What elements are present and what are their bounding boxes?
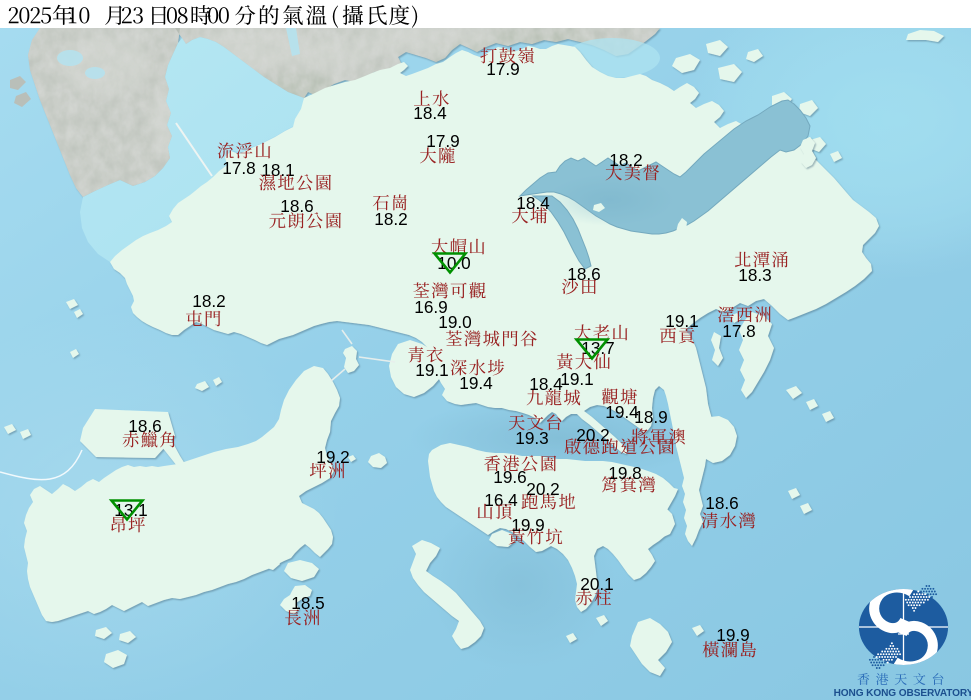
svg-text:18.3: 18.3 bbox=[738, 265, 771, 285]
svg-text:18.4: 18.4 bbox=[529, 374, 563, 394]
svg-text:16.4: 16.4 bbox=[484, 490, 518, 510]
svg-text:18.1: 18.1 bbox=[261, 160, 294, 180]
svg-text:17.9: 17.9 bbox=[426, 131, 459, 151]
svg-text:19.1: 19.1 bbox=[665, 311, 698, 331]
svg-text:19.3: 19.3 bbox=[515, 428, 548, 448]
svg-text:18.4: 18.4 bbox=[516, 193, 550, 213]
svg-text:20.2: 20.2 bbox=[526, 479, 559, 499]
svg-text:19.0: 19.0 bbox=[438, 312, 471, 332]
svg-text:19.2: 19.2 bbox=[316, 447, 349, 467]
svg-text:18.2: 18.2 bbox=[374, 209, 407, 229]
svg-text:18.6: 18.6 bbox=[280, 196, 313, 216]
svg-text:HONG KONG OBSERVATORY: HONG KONG OBSERVATORY bbox=[834, 688, 971, 699]
svg-text:17.8: 17.8 bbox=[722, 321, 755, 341]
svg-text:19.4: 19.4 bbox=[459, 373, 493, 393]
svg-text:19.6: 19.6 bbox=[493, 467, 526, 487]
svg-text:18.6: 18.6 bbox=[567, 264, 600, 284]
svg-text:18.9: 18.9 bbox=[634, 407, 667, 427]
svg-text:18.6: 18.6 bbox=[128, 416, 161, 436]
svg-text:20.1: 20.1 bbox=[580, 574, 613, 594]
svg-text:19.9: 19.9 bbox=[511, 515, 544, 535]
svg-text:18.6: 18.6 bbox=[705, 493, 738, 513]
svg-text:18.5: 18.5 bbox=[291, 593, 324, 613]
svg-text:18.2: 18.2 bbox=[192, 291, 225, 311]
svg-text:17.8: 17.8 bbox=[222, 158, 255, 178]
svg-text:19.8: 19.8 bbox=[608, 463, 641, 483]
svg-text:17.9: 17.9 bbox=[486, 59, 519, 79]
svg-text:19.1: 19.1 bbox=[415, 360, 448, 380]
svg-text:18.4: 18.4 bbox=[413, 103, 447, 123]
svg-text:18.2: 18.2 bbox=[609, 150, 642, 170]
svg-text:20.2: 20.2 bbox=[576, 425, 609, 445]
svg-text:19.9: 19.9 bbox=[716, 625, 749, 645]
svg-text:19.1: 19.1 bbox=[560, 369, 593, 389]
